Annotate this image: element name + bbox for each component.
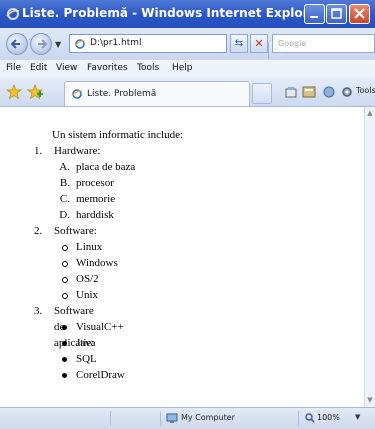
- status-divider: [298, 411, 299, 426]
- list-item-text: VisualC++: [76, 321, 124, 333]
- vertical-scrollbar[interactable]: ▲ ▼: [364, 107, 375, 407]
- ie-page-icon: [74, 39, 86, 49]
- favorites-star-icon[interactable]: [6, 84, 22, 100]
- tab-active[interactable]: Liste. Problemă: [64, 81, 250, 106]
- minimize-button[interactable]: [304, 4, 325, 24]
- disc-bullet-icon: [62, 373, 67, 378]
- add-favorites-icon[interactable]: [27, 84, 43, 100]
- menu-favorites[interactable]: Favorites: [87, 63, 128, 73]
- circle-bullet-icon: [62, 245, 68, 251]
- section-title: Software:: [54, 225, 97, 237]
- menu-help[interactable]: Help: [172, 63, 193, 73]
- list-item-text: OS/2: [76, 273, 99, 285]
- refresh-button[interactable]: ⇆: [230, 34, 248, 53]
- intro-text: Un sistem informatic include:: [52, 129, 184, 141]
- back-arrow-icon: [10, 39, 20, 49]
- scroll-up-icon[interactable]: ▲: [365, 107, 375, 119]
- zoom-icon: [305, 413, 315, 423]
- disc-bullet-icon: [62, 341, 67, 346]
- close-icon: [354, 8, 365, 19]
- forward-button[interactable]: [30, 33, 52, 55]
- list-item-text: Unix: [76, 289, 98, 301]
- search-placeholder: Google: [278, 39, 307, 48]
- stop-icon: ✕: [254, 37, 264, 50]
- menu-edit[interactable]: Edit: [30, 63, 47, 73]
- search-input[interactable]: Google: [272, 34, 375, 53]
- list-item-text: placa de baza: [76, 161, 136, 173]
- menu-view[interactable]: View: [56, 63, 77, 73]
- circle-bullet-icon: [62, 293, 68, 299]
- section-number: 3.: [34, 305, 43, 317]
- print-icon[interactable]: [322, 85, 336, 99]
- ie-logo-icon: [6, 8, 20, 20]
- forward-arrow-icon: [38, 39, 48, 49]
- ie-page-icon: [71, 89, 83, 99]
- list-item-text: SQL: [76, 353, 97, 365]
- circle-bullet-icon: [62, 261, 68, 267]
- address-text: D:\pr1.html: [90, 38, 142, 48]
- status-divider: [160, 411, 161, 426]
- list-item-text: procesor: [76, 177, 114, 189]
- history-dropdown-icon[interactable]: ▼: [55, 40, 61, 49]
- menu-file[interactable]: File: [6, 63, 21, 73]
- home-icon[interactable]: [284, 85, 298, 99]
- list-marker: D.: [59, 209, 70, 221]
- title-bar[interactable]: Liste. Problemă - Windows Internet Explo…: [0, 0, 375, 28]
- scroll-down-icon[interactable]: ▼: [365, 394, 375, 406]
- disc-bullet-icon: [62, 357, 67, 362]
- browser-window: Liste. Problemă - Windows Internet Explo…: [0, 0, 375, 429]
- window-title: Liste. Problemă - Windows Internet Explo…: [22, 6, 323, 20]
- status-divider: [110, 411, 111, 426]
- tools-gear-icon[interactable]: [340, 85, 354, 99]
- circle-bullet-icon: [62, 277, 68, 283]
- list-marker: C.: [59, 193, 70, 205]
- tab-bar: Liste. Problemă Tools: [0, 78, 375, 107]
- new-tab-button[interactable]: [252, 83, 272, 104]
- computer-zone-icon: [166, 413, 178, 423]
- minimize-icon: [310, 16, 318, 18]
- status-bar: My Computer 100% ▼: [0, 407, 375, 429]
- list-item-text: memorie: [76, 193, 116, 205]
- tools-menu-button[interactable]: Tools: [356, 86, 375, 95]
- back-button[interactable]: [6, 33, 28, 55]
- disc-bullet-icon: [62, 325, 67, 330]
- address-toolbar: ▼ D:\pr1.html ▼ ⇆ ✕ Google: [0, 28, 375, 60]
- zoom-dropdown-icon[interactable]: ▼: [355, 413, 360, 421]
- menu-bar: File Edit View Favorites Tools Help: [0, 60, 375, 79]
- list-item-text: harddisk: [76, 209, 114, 221]
- section-title: Hardware:: [54, 145, 101, 157]
- zoom-level[interactable]: 100%: [317, 413, 340, 422]
- list-marker: B.: [59, 177, 70, 189]
- list-item-text: Linux: [76, 241, 103, 253]
- maximize-button[interactable]: [326, 4, 347, 24]
- list-marker: A.: [59, 161, 70, 173]
- stop-button[interactable]: ✕: [250, 34, 268, 53]
- page-content: Un sistem informatic include: 1. Hardwar…: [0, 107, 364, 407]
- maximize-icon: [331, 8, 342, 19]
- close-button[interactable]: [349, 4, 370, 24]
- tab-label: Liste. Problemă: [87, 89, 157, 99]
- list-item-text: CorelDraw: [76, 369, 125, 381]
- section-number: 2.: [34, 225, 43, 237]
- security-zone-label[interactable]: My Computer: [181, 413, 235, 422]
- address-input[interactable]: D:\pr1.html ▼: [69, 34, 283, 59]
- list-item-text: Java: [76, 337, 96, 349]
- list-item-text: Windows: [76, 257, 118, 269]
- feeds-icon[interactable]: [302, 85, 316, 99]
- menu-tools[interactable]: Tools: [137, 63, 159, 73]
- section-number: 1.: [34, 145, 43, 157]
- refresh-icon: ⇆: [234, 38, 244, 49]
